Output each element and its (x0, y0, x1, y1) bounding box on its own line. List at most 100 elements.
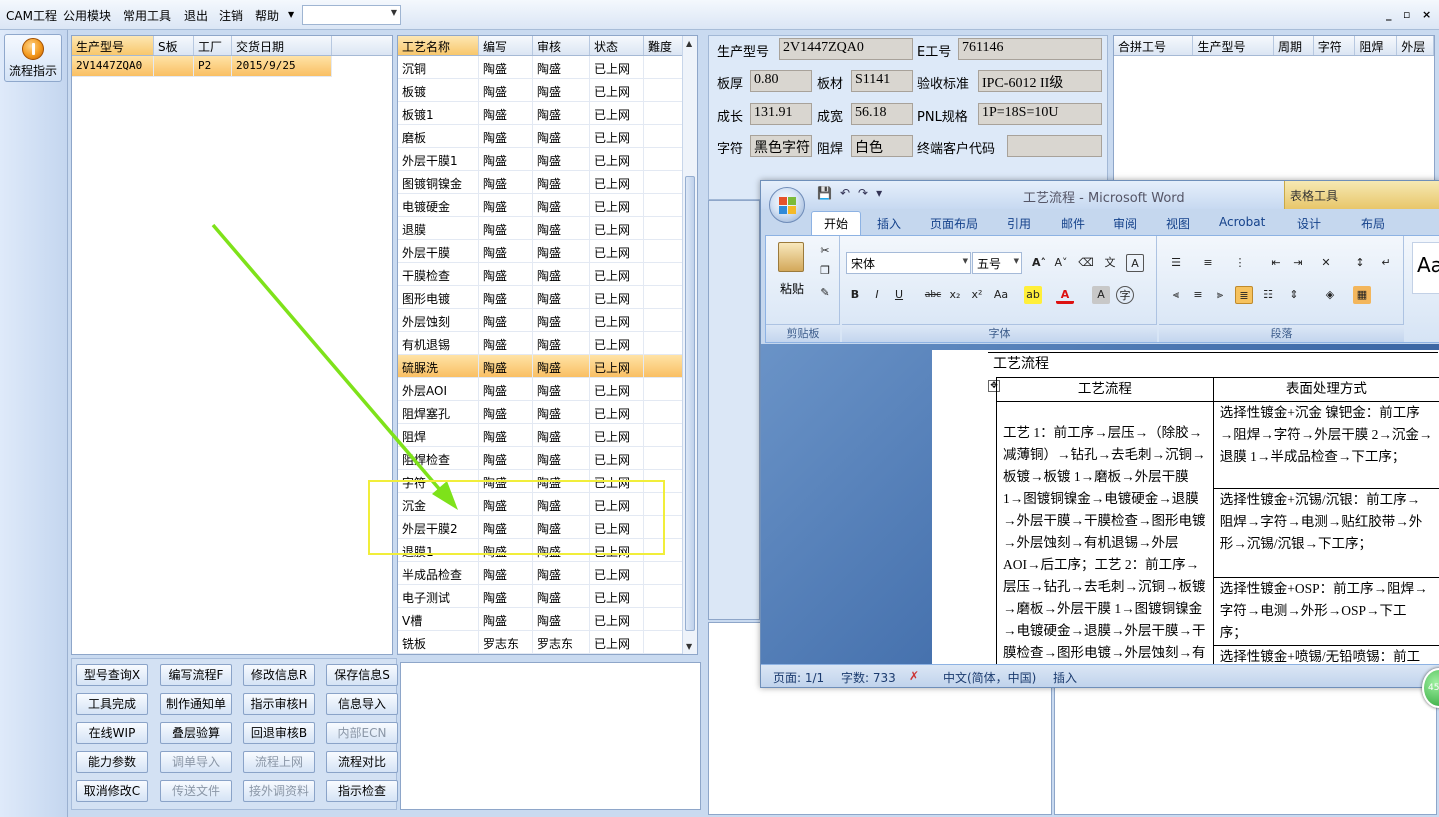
length-field[interactable]: 131.91 (750, 103, 812, 125)
redo-icon[interactable]: ↷ (858, 186, 868, 200)
thickness-field[interactable]: 0.80 (750, 70, 812, 92)
copy-icon[interactable]: ❐ (816, 262, 834, 280)
tab-mailings[interactable]: 邮件 (1061, 215, 1085, 232)
action-button[interactable]: 指示审核H (243, 693, 315, 715)
borders-icon[interactable]: ▦ (1353, 286, 1371, 304)
character-field[interactable]: 黑色字符 (750, 135, 812, 157)
process-row[interactable]: 外层干膜1 陶盛 陶盛 已上网 (398, 148, 697, 171)
char-border-icon[interactable]: A (1126, 254, 1144, 272)
bold-icon[interactable]: B (846, 286, 864, 304)
col-process-name[interactable]: 工艺名称 (398, 36, 479, 55)
col-status[interactable]: 状态 (590, 36, 644, 55)
flow-indicator-button[interactable]: 流程指示 (4, 34, 62, 82)
process-row[interactable]: 铣板 罗志东 罗志东 已上网 (398, 631, 697, 654)
shrink-font-icon[interactable]: A˅ (1052, 254, 1070, 272)
action-button[interactable]: 型号查询X (76, 664, 148, 686)
enclose-char-icon[interactable]: 字 (1116, 286, 1134, 304)
process-row[interactable]: 外层AOI 陶盛 陶盛 已上网 (398, 378, 697, 401)
justify-icon[interactable]: ≣ (1235, 286, 1253, 304)
format-painter-icon[interactable]: ✎ (816, 284, 834, 302)
restore-icon[interactable]: ▫ (1403, 8, 1410, 21)
tab-references[interactable]: 引用 (1007, 215, 1031, 232)
process-row[interactable]: 板镀 陶盛 陶盛 已上网 (398, 79, 697, 102)
action-button[interactable]: 回退审核B (243, 722, 315, 744)
tab-layout[interactable]: 布局 (1361, 215, 1385, 232)
distributed-icon[interactable]: ☷ (1259, 286, 1277, 304)
word-window[interactable]: 💾 ↶ ↷ ▾ 工艺流程 - Microsoft Word 表格工具 开始 插入 页面… (760, 180, 1439, 688)
align-left-icon[interactable]: ⫷ (1167, 286, 1185, 304)
action-button[interactable]: 保存信息S (326, 664, 398, 686)
decrease-indent-icon[interactable]: ⇤ (1267, 254, 1285, 272)
menu-cam[interactable]: CAM工程 (6, 7, 57, 24)
close-icon[interactable]: × (1422, 8, 1431, 21)
order-row[interactable]: 2V1447ZQA0 P2 2015/9/25 (72, 56, 332, 77)
bullets-icon[interactable]: ☰ (1167, 254, 1185, 272)
document-page[interactable]: ✥ 工艺流程 工艺流程 表面处理方式 工艺 1：前工序→层压→（除胶→减薄铜）→… (932, 350, 1439, 670)
process-row[interactable]: 退膜 陶盛 陶盛 已上网 (398, 217, 697, 240)
shading-icon[interactable]: ◈ (1321, 286, 1339, 304)
tab-view[interactable]: 视图 (1166, 215, 1190, 232)
process-row[interactable]: 半成品检查 陶盛 陶盛 已上网 (398, 562, 697, 585)
numbering-icon[interactable]: ≡ (1199, 254, 1217, 272)
multilevel-list-icon[interactable]: ⋮ (1231, 254, 1249, 272)
col-s-board[interactable]: S板 (154, 36, 194, 55)
e-field[interactable]: 761146 (958, 38, 1102, 60)
qat-menu-icon[interactable]: ▾ (876, 186, 882, 200)
standard-field[interactable]: IPC-6012 II级 (978, 70, 1102, 92)
process-row[interactable]: V槽 陶盛 陶盛 已上网 (398, 608, 697, 631)
tab-design[interactable]: 设计 (1297, 215, 1321, 232)
strikethrough-icon[interactable]: abc (924, 286, 942, 304)
help-dropdown-icon[interactable]: ▼ (288, 10, 294, 19)
process-row[interactable]: 图形电镀 陶盛 陶盛 已上网 (398, 286, 697, 309)
action-button[interactable]: 在线WIP (76, 722, 148, 744)
process-row[interactable]: 阻焊检查 陶盛 陶盛 已上网 (398, 447, 697, 470)
subscript-icon[interactable]: x₂ (946, 286, 964, 304)
highlight-icon[interactable]: ab (1024, 286, 1042, 304)
office-button-icon[interactable] (769, 187, 805, 223)
font-color-icon[interactable]: A (1056, 286, 1074, 304)
menu-common-modules[interactable]: 公用模块 (63, 7, 111, 24)
col-factory[interactable]: 工厂 (194, 36, 232, 55)
col-outer-layer[interactable]: 外层 (1397, 36, 1434, 55)
col-difficulty[interactable]: 難度 (644, 36, 684, 55)
status-mode[interactable]: 插入 (1053, 669, 1077, 686)
cut-icon[interactable]: ✂ (816, 242, 834, 260)
col-reviewer[interactable]: 审核 (533, 36, 590, 55)
process-row[interactable]: 电子测试 陶盛 陶盛 已上网 (398, 585, 697, 608)
menu-combo-box[interactable]: ▼ (302, 5, 401, 25)
process-row[interactable]: 字符 陶盛 陶盛 已上网 (398, 470, 697, 493)
tab-review[interactable]: 审阅 (1113, 215, 1137, 232)
process-row[interactable]: 退膜1 陶盛 陶盛 已上网 (398, 539, 697, 562)
status-words[interactable]: 字数: 733 (841, 669, 896, 686)
process-row[interactable]: 外层干膜2 陶盛 陶盛 已上网 (398, 516, 697, 539)
font-size-select[interactable]: 五号 ▼ (972, 252, 1022, 274)
clear-format-icon[interactable]: ⌫ (1077, 254, 1095, 272)
action-button[interactable]: 修改信息R (243, 664, 315, 686)
process-row[interactable]: 有机退锡 陶盛 陶盛 已上网 (398, 332, 697, 355)
process-row[interactable]: 阻焊塞孔 陶盛 陶盛 已上网 (398, 401, 697, 424)
chinese-layout-icon[interactable]: ✕ (1317, 254, 1335, 272)
tab-page-layout[interactable]: 页面布局 (930, 215, 978, 232)
process-row[interactable]: 外层干膜 陶盛 陶盛 已上网 (398, 240, 697, 263)
col-character[interactable]: 字符 (1314, 36, 1356, 55)
menu-common-tools[interactable]: 常用工具 (123, 7, 171, 24)
sort-icon[interactable]: ↕ (1351, 254, 1369, 272)
action-button[interactable]: 流程对比 (326, 751, 398, 773)
process-row[interactable]: 沉金 陶盛 陶盛 已上网 (398, 493, 697, 516)
increase-indent-icon[interactable]: ⇥ (1289, 254, 1307, 272)
scroll-thumb[interactable] (685, 176, 695, 631)
process-row[interactable]: 图镀铜镍金 陶盛 陶盛 已上网 (398, 171, 697, 194)
align-center-icon[interactable]: ≡ (1189, 286, 1207, 304)
vertical-scrollbar[interactable]: ▲ ▼ (682, 36, 697, 654)
proofing-icon[interactable]: ✗ (909, 669, 919, 683)
customer-code-field[interactable] (1007, 135, 1102, 157)
superscript-icon[interactable]: x² (968, 286, 986, 304)
pnl-field[interactable]: 1P=18S=10U (978, 103, 1102, 125)
action-button[interactable]: 叠层验算 (160, 722, 232, 744)
tab-home[interactable]: 开始 (811, 211, 862, 235)
col-cycle[interactable]: 周期 (1274, 36, 1314, 55)
action-button[interactable]: 取消修改C (76, 780, 148, 802)
col-combine-model[interactable]: 生产型号 (1193, 36, 1274, 55)
menu-logout[interactable]: 注销 (219, 7, 243, 24)
model-field[interactable]: 2V1447ZQA0 (779, 38, 913, 60)
